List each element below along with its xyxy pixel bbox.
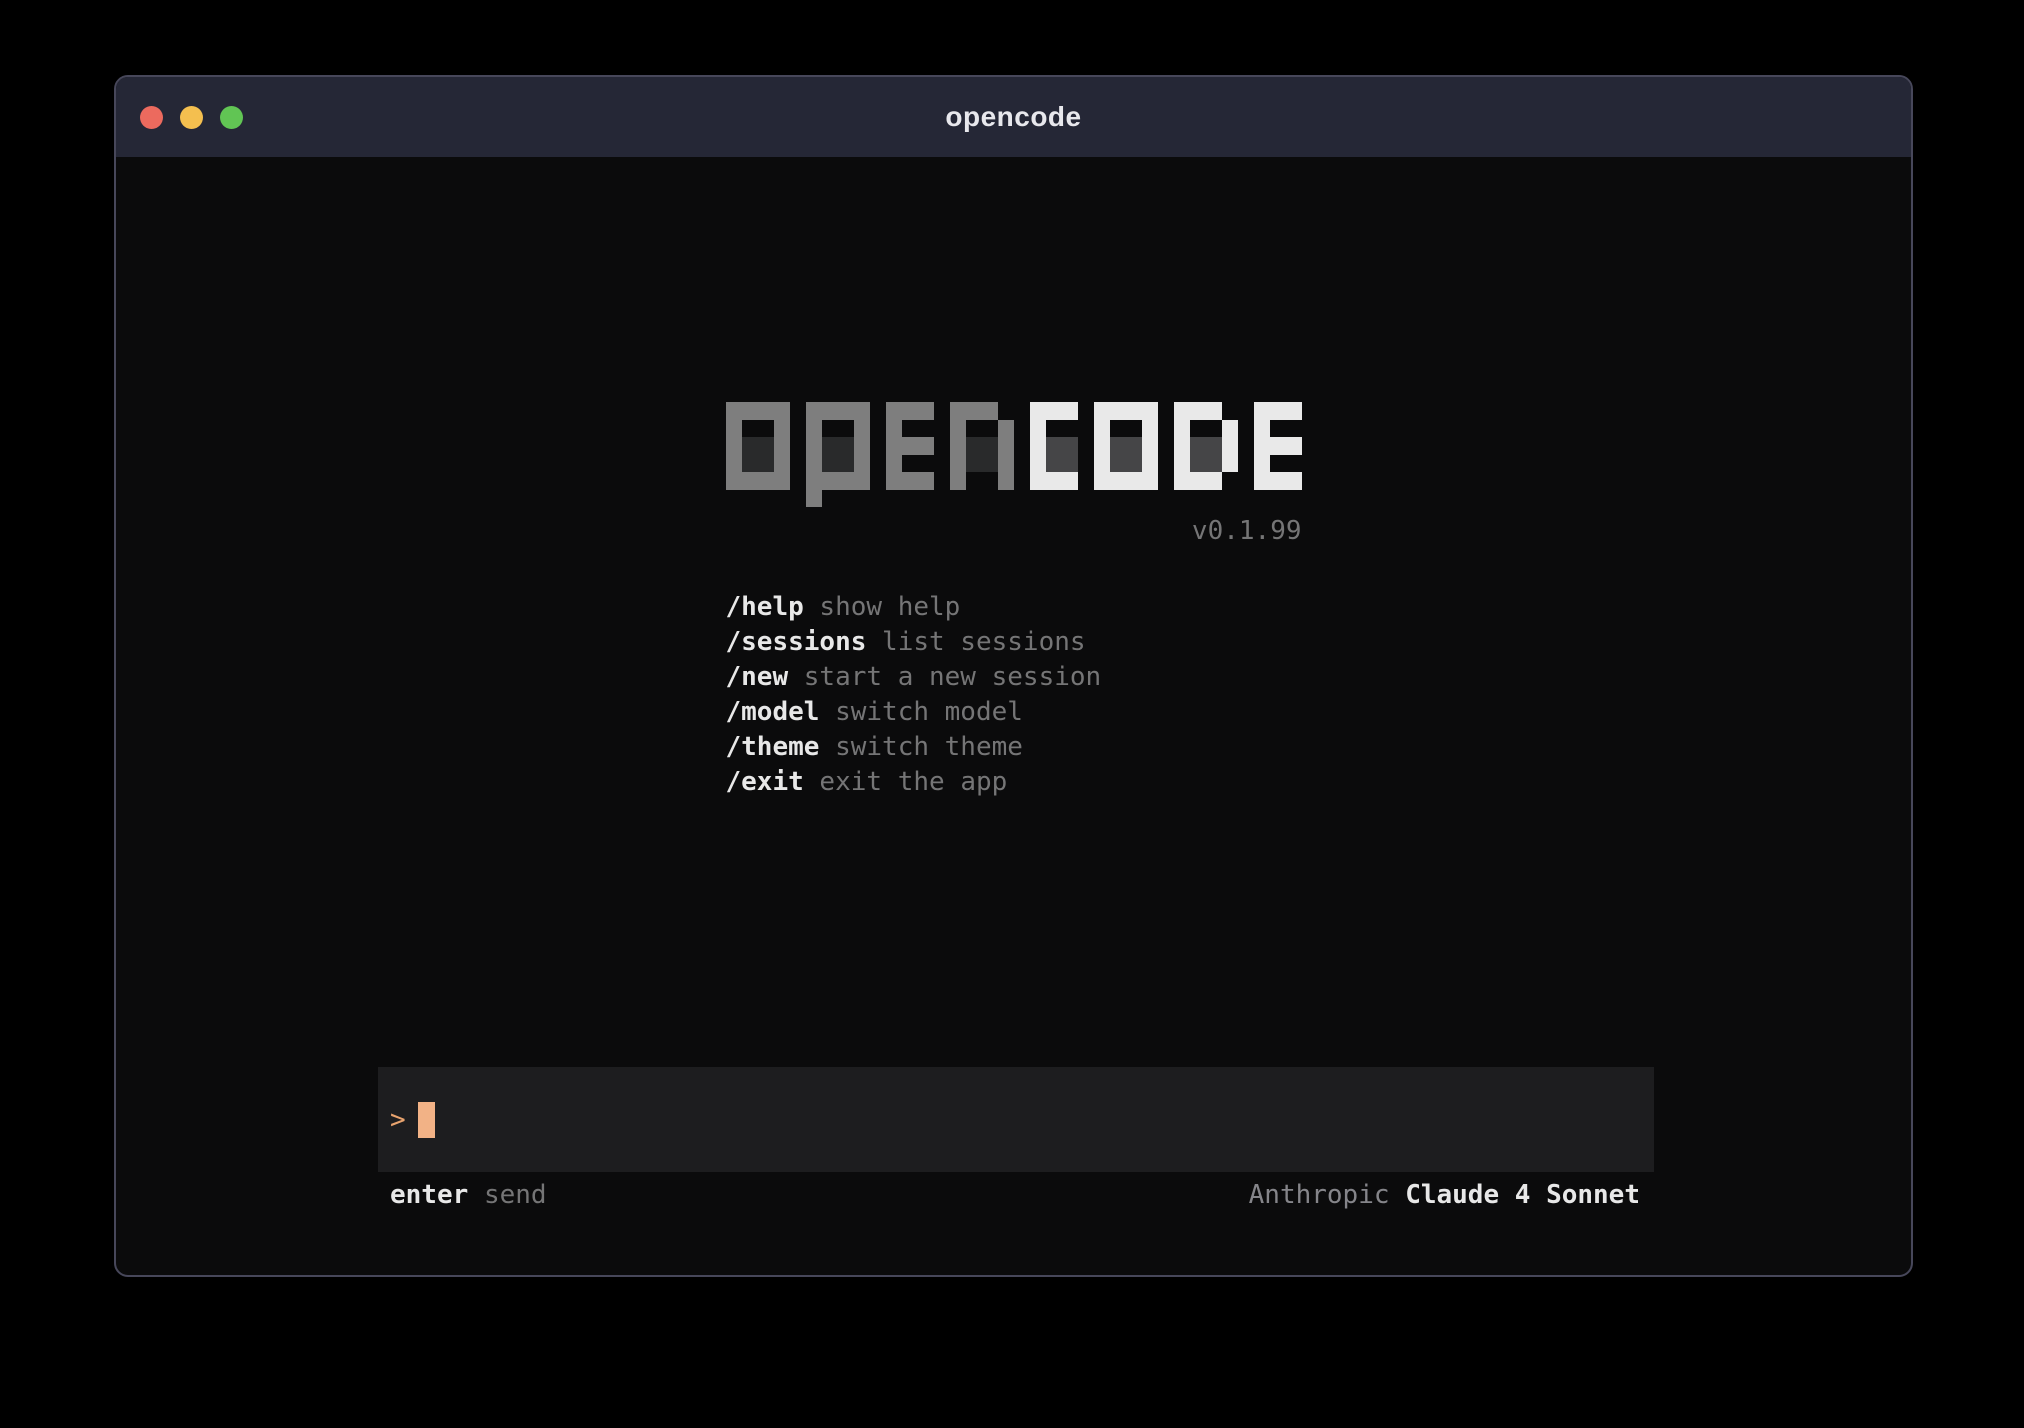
command-description: exit the app [804, 767, 1008, 797]
command-item: /theme switch theme [726, 730, 1302, 765]
command-description: start a new session [788, 662, 1101, 692]
model-name-label: Claude 4 Sonnet [1405, 1180, 1640, 1210]
command-name: /new [726, 662, 789, 692]
command-list: /help show help/sessions list sessions/n… [726, 590, 1302, 800]
minimize-button[interactable] [180, 106, 203, 129]
command-item: /sessions list sessions [726, 625, 1302, 660]
enter-key-label: enter [390, 1180, 468, 1210]
hero-section: v0.1.99 /help show help/sessions list se… [726, 402, 1302, 800]
provider-label: Anthropic [1249, 1180, 1390, 1210]
zoom-button[interactable] [220, 106, 243, 129]
command-item: /new start a new session [726, 660, 1302, 695]
opencode-logo [726, 402, 1302, 507]
command-description: switch theme [819, 732, 1023, 762]
command-description: show help [804, 592, 961, 622]
command-item: /help show help [726, 590, 1302, 625]
prompt-symbol: > [390, 1105, 406, 1135]
desktop: { "window": { "title": "opencode" }, "lo… [0, 0, 2024, 1428]
command-name: /exit [726, 767, 804, 797]
command-name: /sessions [726, 627, 867, 657]
send-action-label: send [484, 1180, 547, 1210]
status-bar: enter send Anthropic Claude 4 Sonnet [378, 1180, 1654, 1210]
opencode-window: opencode [114, 75, 1913, 1277]
keybinding-hint: enter send [390, 1180, 547, 1210]
command-name: /model [726, 697, 820, 727]
command-description: switch model [819, 697, 1023, 727]
window-titlebar: opencode [116, 77, 1911, 157]
prompt-input[interactable]: > [378, 1067, 1654, 1172]
close-button[interactable] [140, 106, 163, 129]
version-label: v0.1.99 [726, 516, 1302, 546]
window-title: opencode [945, 101, 1081, 133]
text-cursor-block [418, 1102, 435, 1138]
traffic-lights [140, 77, 243, 157]
command-name: /theme [726, 732, 820, 762]
command-name: /help [726, 592, 804, 622]
command-item: /exit exit the app [726, 765, 1302, 800]
command-item: /model switch model [726, 695, 1302, 730]
command-description: list sessions [866, 627, 1085, 657]
model-indicator: Anthropic Claude 4 Sonnet [1249, 1180, 1640, 1210]
